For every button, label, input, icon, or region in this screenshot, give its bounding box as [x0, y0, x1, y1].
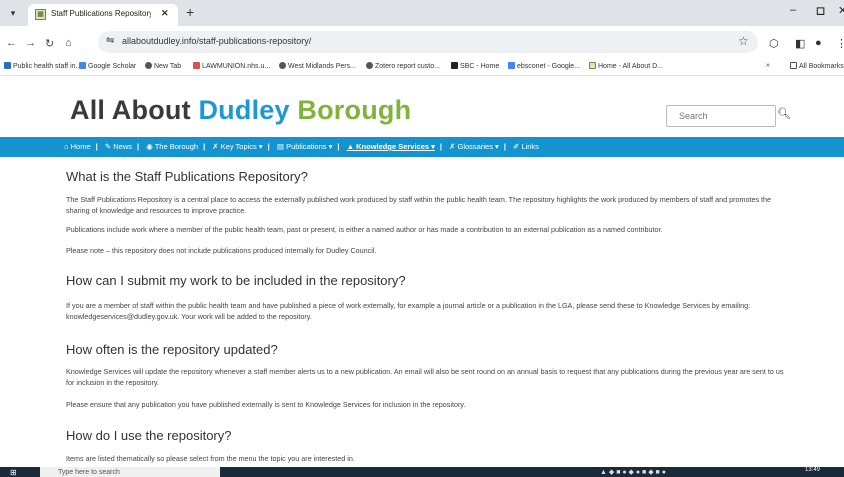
chevron-down-icon: ▾	[431, 142, 435, 151]
nav-separator: |	[439, 142, 443, 151]
nav-separator: |	[267, 142, 270, 151]
paragraph: Publications include work where a member…	[66, 225, 663, 234]
tab-close-icon[interactable]: ✕	[161, 8, 169, 19]
search-icon[interactable]: 🔍︎	[777, 106, 791, 122]
nav-separator: |	[95, 142, 98, 151]
globe-icon	[366, 62, 373, 69]
address-bar[interactable]: ⇋ allaboutdudley.info/staff-publications…	[98, 31, 758, 53]
logo-part-dudley: Dudley	[198, 95, 298, 125]
bookmarks-bar: Public health staff in... Google Scholar…	[0, 60, 844, 76]
browser-toolbar: ← → ↻ ⌂ ⇋ allaboutdudley.info/staff-publ…	[0, 26, 844, 60]
bookmark-star-icon[interactable]: ☆	[738, 34, 749, 48]
extensions-icon[interactable]: ⬡	[769, 37, 779, 50]
globe-icon	[279, 62, 286, 69]
bookmark-favicon-icon	[4, 62, 11, 69]
paragraph: If you are a member of staff within the …	[66, 301, 751, 321]
tab-title: Staff Publications Repository - I	[51, 9, 151, 18]
wrench-icon: ✗	[449, 142, 456, 151]
nav-home[interactable]: ⌂ Home	[64, 142, 91, 151]
side-panel-icon[interactable]: ◧	[795, 37, 805, 50]
new-tab-plus-icon[interactable]: +	[186, 4, 194, 20]
windows-start-icon[interactable]: ⊞	[10, 468, 17, 477]
bookmark-favicon-icon	[451, 62, 458, 69]
bookmark-favicon-icon	[193, 62, 200, 69]
bookmark-item[interactable]: LAWMUNION.nhs.u...	[193, 62, 270, 70]
bookmark-item[interactable]: ebsconet - Google...	[508, 62, 580, 70]
bookmark-item[interactable]: SBC - Home	[451, 62, 499, 70]
address-bar-url: allaboutdudley.info/staff-publications-r…	[122, 36, 312, 46]
bookmark-item[interactable]: Google Scholar	[79, 62, 136, 70]
section-heading: What is the Staff Publications Repositor…	[66, 169, 308, 184]
site-logo[interactable]: All About Dudley Borough	[70, 95, 411, 126]
globe-icon	[145, 62, 152, 69]
bookmark-item[interactable]: Home - All About D...	[589, 62, 663, 70]
logo-part-borough: Borough	[297, 95, 412, 125]
paragraph: The Staff Publications Repository is a c…	[66, 195, 772, 215]
reload-icon[interactable]: ↻	[45, 37, 54, 50]
all-bookmarks[interactable]: All Bookmarks	[790, 62, 844, 70]
graduation-cap-icon: ▲	[346, 142, 355, 151]
chevron-down-icon: ▾	[328, 142, 333, 151]
book-icon: ▤	[276, 142, 284, 151]
paragraph: Items are listed thematically so please …	[66, 454, 355, 463]
paragraph: Knowledge Services will update the repos…	[66, 367, 784, 387]
section-heading: How can I submit my work to be included …	[66, 273, 406, 288]
chevron-down-icon: ▾	[258, 142, 263, 151]
window-maximize-icon[interactable]: ◻	[816, 4, 825, 17]
wrench-icon: ✗	[212, 142, 219, 151]
forward-arrow-icon[interactable]: →	[25, 37, 36, 49]
nav-the-borough[interactable]: ◉ The Borough	[146, 142, 198, 151]
nav-key-topics[interactable]: ✗ Key Topics ▾	[212, 142, 262, 151]
home-icon: ⌂	[64, 142, 69, 151]
section-heading: How do I use the repository?	[66, 428, 232, 443]
site-info-icon[interactable]: ⇋	[106, 35, 114, 46]
chevron-down-icon: ▾	[495, 142, 499, 151]
bookmark-item[interactable]: Zotero report custo...	[366, 62, 440, 70]
taskbar-clock[interactable]: 13:49	[805, 467, 820, 473]
site-header: All About Dudley Borough 🔍︎	[0, 76, 844, 136]
pin-icon: ✎	[104, 142, 112, 151]
os-taskbar: ⊞ Type here to search ▲ ◆ ■ ● ◆ ● ■ ◆ ■ …	[0, 467, 844, 477]
taskbar-search[interactable]: Type here to search	[40, 467, 220, 477]
link-icon: ✐	[513, 142, 520, 151]
browser-menu-icon[interactable]: ⋮	[836, 37, 844, 50]
window-close-icon[interactable]: ✕	[838, 4, 844, 17]
paragraph: Please note – this repository does not i…	[66, 246, 377, 255]
google-icon	[508, 62, 515, 69]
scholar-icon	[79, 62, 86, 69]
paragraph: Please ensure that any publication you h…	[66, 400, 466, 409]
bookmarks-overflow-icon[interactable]: »	[766, 62, 770, 69]
nav-separator: |	[203, 142, 206, 151]
bookmark-item[interactable]: West Midlands Pers...	[279, 62, 356, 70]
home-icon[interactable]: ⌂	[65, 37, 72, 49]
section-heading: How often is the repository updated?	[66, 342, 278, 357]
site-favicon-icon: ▦	[35, 9, 46, 20]
site-search-input[interactable]	[666, 105, 776, 127]
nav-separator: |	[337, 142, 340, 151]
bookmark-item[interactable]: Public health staff in...	[4, 62, 81, 70]
nav-news[interactable]: ✎ News	[105, 142, 132, 151]
profile-avatar-icon[interactable]: ●	[815, 37, 822, 49]
nav-glossaries[interactable]: ✗ Glossaries ▾	[449, 142, 499, 151]
nav-links[interactable]: ✐ Links	[513, 142, 539, 151]
nav-knowledge-services[interactable]: ▲ Knowledge Services ▾	[347, 142, 435, 151]
logo-part-all-about: All About	[70, 95, 199, 125]
tab-search-chevron-icon[interactable]: ▾	[6, 6, 20, 20]
browser-tab-strip: ▾ ▦ Staff Publications Repository - I ✕ …	[0, 0, 844, 26]
back-arrow-icon[interactable]: ←	[6, 37, 17, 49]
window-minimize-icon[interactable]: –	[790, 4, 796, 16]
nav-separator: |	[137, 142, 140, 151]
main-navigation: ⌂ Home | ✎ News | ◉ The Borough | ✗ Key Top…	[0, 137, 844, 157]
system-tray-icons[interactable]: ▲ ◆ ■ ● ◆ ● ■ ◆ ■ ●	[600, 468, 666, 476]
globe-icon: ◉	[146, 142, 153, 151]
browser-tab[interactable]: ▦ Staff Publications Repository - I ✕	[28, 4, 178, 26]
nav-separator: |	[503, 142, 506, 151]
site-favicon-icon	[589, 62, 596, 69]
nav-publications[interactable]: ▤ Publications ▾	[277, 142, 333, 151]
bookmark-item[interactable]: New Tab	[145, 62, 181, 70]
folder-icon	[790, 62, 797, 69]
